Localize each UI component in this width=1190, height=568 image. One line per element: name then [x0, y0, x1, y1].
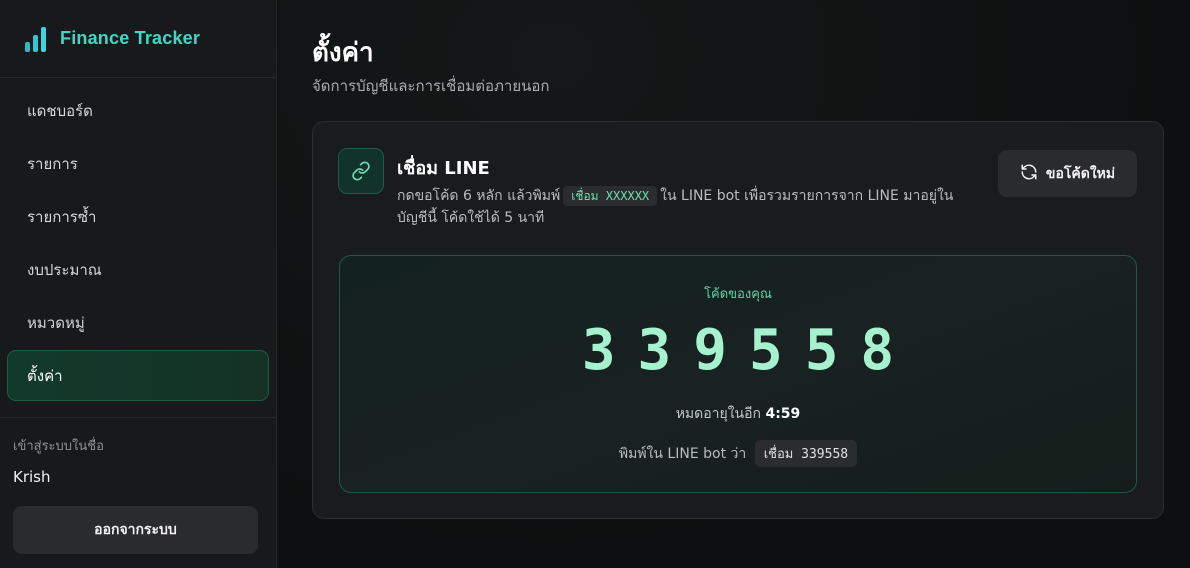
brand: Finance Tracker [0, 0, 276, 78]
sidebar-item-label: งบประมาณ [27, 260, 102, 279]
sidebar-item-transactions[interactable]: รายการ [7, 138, 269, 189]
page-subtitle: จัดการบัญชีและการเชื่อมต่อภายนอก [312, 77, 550, 95]
sidebar-item-budget[interactable]: งบประมาณ [7, 244, 269, 295]
sidebar-item-label: รายการ [27, 154, 78, 173]
type-instruction: พิมพ์ใน LINE bot ว่า เชื่อม 339558 [340, 440, 1136, 467]
main-content: ตั้งค่า จัดการบัญชีและการเชื่อมต่อภายนอก… [278, 0, 1190, 568]
page-title: ตั้งค่า [312, 38, 374, 68]
type-prefix: พิมพ์ใน LINE bot ว่า [618, 446, 747, 462]
card-title: เชื่อม LINE [397, 158, 490, 179]
code-panel: โค้ดของคุณ 339558 หมดอายุในอีก 4:59 พิมพ… [339, 255, 1137, 493]
request-new-code-button[interactable]: ขอโค้ดใหม่ [998, 150, 1137, 197]
sidebar-item-settings[interactable]: ตั้งค่า [7, 350, 269, 401]
user-name: Krish [13, 468, 51, 486]
link-icon [338, 148, 384, 194]
sidebar: Finance Tracker แดชบอร์ด รายการ รายการซ้… [0, 0, 277, 568]
sidebar-divider [0, 417, 277, 418]
brand-title: Finance Tracker [60, 28, 201, 48]
login-label: เข้าสู่ระบบในชื่อ [13, 439, 104, 454]
sidebar-item-categories[interactable]: หมวดหมู่ [7, 297, 269, 348]
bar-chart-icon [25, 26, 46, 52]
desc-code-chip: เชื่อม XXXXXX [563, 186, 658, 206]
expire-prefix: หมดอายุในอีก [675, 406, 762, 422]
sidebar-item-label: รายการซ้ำ [27, 207, 97, 226]
refresh-icon [1020, 163, 1038, 185]
sidebar-nav: แดชบอร์ด รายการ รายการซ้ำ งบประมาณ หมวดห… [0, 78, 276, 401]
request-new-code-label: ขอโค้ดใหม่ [1045, 165, 1116, 182]
card-description: กดขอโค้ด 6 หลัก แล้วพิมพ์ เชื่อม XXXXXX ใน… [397, 185, 977, 229]
expire-time: 4:59 [765, 406, 801, 422]
desc-before: กดขอโค้ด 6 หลัก แล้วพิมพ์ [397, 188, 561, 204]
sidebar-item-recurring[interactable]: รายการซ้ำ [7, 191, 269, 242]
sidebar-item-label: แดชบอร์ด [27, 101, 93, 120]
sidebar-item-label: ตั้งค่า [27, 366, 63, 385]
line-connect-card: เชื่อม LINE กดขอโค้ด 6 หลัก แล้วพิมพ์ เชื… [312, 121, 1164, 519]
logout-button[interactable]: ออกจากระบบ [13, 506, 258, 554]
sidebar-item-dashboard[interactable]: แดชบอร์ด [7, 85, 269, 136]
sidebar-item-label: หมวดหมู่ [27, 313, 85, 332]
type-code-chip: เชื่อม 339558 [754, 440, 858, 467]
code-label: โค้ดของคุณ [704, 287, 772, 302]
expire-text: หมดอายุในอีก 4:59 [340, 403, 1136, 425]
verification-code: 339558 [581, 318, 917, 383]
